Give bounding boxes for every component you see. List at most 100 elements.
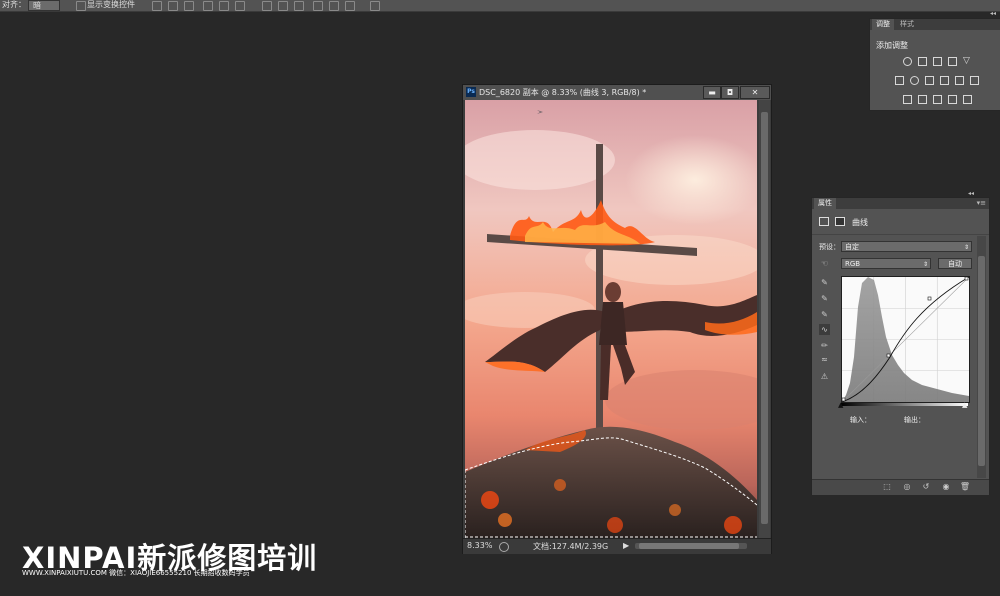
status-menu-arrow-icon[interactable]: ▶ (623, 541, 629, 550)
align-select[interactable]: 暗 (28, 0, 60, 11)
channel-select[interactable]: RGB ⇕ (841, 258, 931, 269)
mask-icon[interactable] (835, 217, 845, 226)
document-title: DSC_6820 副本 @ 8.33% (曲线 3, RGB/8) * (479, 88, 647, 97)
output-label: 输出： (904, 416, 925, 424)
vibrance-icon[interactable]: ▽ (963, 57, 972, 66)
preset-label: 预设： (819, 243, 840, 251)
align-top-icon[interactable] (152, 1, 162, 11)
panel-menu-icon[interactable]: ▾≡ (977, 198, 986, 209)
horizontal-scroll-thumb[interactable] (639, 543, 739, 549)
align-left-icon[interactable] (203, 1, 213, 11)
status-info-icon[interactable] (499, 542, 509, 552)
align-vcenter-icon[interactable] (168, 1, 178, 11)
document-status-bar: 8.33% 文档:127.4M/2.39G ▶ (463, 538, 771, 554)
hand-target-icon[interactable]: ☜ (819, 258, 830, 269)
auto-align-icon[interactable] (370, 1, 380, 11)
document-title-bar[interactable]: Ps DSC_6820 副本 @ 8.33% (曲线 3, RGB/8) * ▬… (463, 85, 771, 100)
distribute-bottom-icon[interactable] (294, 1, 304, 11)
properties-collapse-icon[interactable]: ◂◂ (968, 190, 974, 197)
curves-icon[interactable] (933, 57, 942, 66)
pencil-icon[interactable]: ✏ (819, 340, 830, 351)
photo-filter-icon[interactable] (940, 76, 949, 85)
curves-plot (841, 276, 970, 403)
hue-saturation-icon[interactable] (895, 76, 904, 85)
color-balance-icon[interactable] (910, 76, 919, 85)
threshold-icon[interactable] (933, 95, 942, 104)
align-label: 对齐： (2, 0, 26, 9)
view-previous-icon[interactable]: ◎ (901, 482, 913, 492)
preset-select[interactable]: 自定 ⇕ (841, 241, 972, 252)
document-window: Ps DSC_6820 副本 @ 8.33% (曲线 3, RGB/8) * ▬… (462, 84, 772, 554)
black-point-slider[interactable]: ▲ (838, 401, 843, 409)
properties-scrollbar[interactable] (977, 236, 986, 478)
curve-tool-icon[interactable]: ∿ (819, 324, 830, 335)
watermark-subtitle: WWW.XINPAIXIUTU.COM 微信：XIAOJIE66555210 长… (22, 569, 250, 577)
properties-title: 曲线 (852, 218, 868, 227)
minimize-button[interactable]: ▬ (703, 86, 721, 99)
align-bottom-icon[interactable] (184, 1, 194, 11)
distribute-right-icon[interactable] (345, 1, 355, 11)
vertical-scrollbar[interactable] (759, 100, 770, 538)
distribute-top-icon[interactable] (262, 1, 272, 11)
tab-adjustments[interactable]: 调整 (872, 19, 894, 30)
adjustments-tabs: 调整 样式 (870, 19, 1000, 30)
gradient-map-icon[interactable] (963, 95, 972, 104)
auto-button[interactable]: 自动 (938, 258, 972, 269)
horizontal-scrollbar[interactable] (635, 543, 747, 549)
distribute-hcenter-icon[interactable] (329, 1, 339, 11)
adjustments-panel: 调整 样式 添加调整 ▽ (869, 18, 1000, 111)
align-right-icon[interactable] (235, 1, 245, 11)
selective-color-icon[interactable] (948, 95, 957, 104)
zoom-level[interactable]: 8.33% (467, 541, 492, 550)
close-button[interactable]: ✕ (740, 86, 770, 99)
clipping-warning-icon[interactable]: ⚠ (819, 371, 830, 382)
properties-scroll-thumb[interactable] (978, 256, 985, 466)
curves-graph[interactable] (841, 276, 970, 403)
image-canvas[interactable] (465, 100, 757, 538)
input-label: 输入： (850, 416, 871, 424)
posterize-icon[interactable] (918, 95, 927, 104)
smooth-icon[interactable]: ≈ (819, 354, 830, 365)
reset-icon[interactable]: ↺ (920, 482, 932, 492)
delete-icon[interactable]: 🗑 (959, 482, 971, 492)
levels-icon[interactable] (918, 57, 927, 66)
add-adjustment-heading: 添加调整 (876, 41, 908, 50)
photoshop-icon: Ps (466, 87, 476, 97)
color-lookup-icon[interactable] (970, 76, 979, 85)
clip-to-layer-icon[interactable]: ⬚ (881, 482, 893, 492)
tab-properties[interactable]: 属性 (814, 198, 836, 209)
align-select-value: 暗 (33, 1, 41, 10)
distribute-vcenter-icon[interactable] (278, 1, 288, 11)
show-transform-label: 显示变换控件 (87, 0, 135, 9)
show-transform-checkbox[interactable] (76, 1, 86, 11)
eyedropper-gray-icon[interactable]: ✎ (819, 293, 830, 304)
chevron-down-icon: ⇕ (963, 244, 969, 251)
properties-footer: ⬚ ◎ ↺ ◉ 🗑 (812, 479, 989, 495)
options-bar: 对齐： 暗 显示变换控件 (0, 0, 1000, 12)
maximize-button[interactable]: ◘ (721, 86, 739, 99)
black-white-icon[interactable] (925, 76, 934, 85)
divider (812, 234, 989, 235)
channel-mixer-icon[interactable] (955, 76, 964, 85)
chevron-down-icon: ⇕ (922, 261, 928, 268)
exposure-icon[interactable] (948, 57, 957, 66)
white-point-slider[interactable]: ▲ (962, 401, 967, 409)
visibility-icon[interactable]: ◉ (940, 482, 952, 492)
align-hcenter-icon[interactable] (219, 1, 229, 11)
adjustments-collapse-icon[interactable]: ◂◂ (990, 10, 996, 17)
distribute-left-icon[interactable] (313, 1, 323, 11)
artwork-image (465, 100, 757, 538)
input-gradient-bar (841, 403, 968, 406)
tab-styles[interactable]: 样式 (896, 19, 918, 30)
brightness-contrast-icon[interactable] (903, 57, 912, 66)
vertical-scroll-thumb[interactable] (761, 112, 768, 524)
channel-select-value: RGB (845, 260, 861, 268)
document-info: 文档:127.4M/2.39G (533, 542, 609, 551)
curves-adjust-icon (819, 217, 829, 226)
invert-icon[interactable] (903, 95, 912, 104)
properties-panel: 属性 ▾≡ 曲线 预设： 自定 ⇕ ☜ RGB ⇕ 自动 ✎ ✎ ✎ ∿ ✏ ≈… (811, 197, 990, 495)
eyedropper-white-icon[interactable]: ✎ (819, 309, 830, 320)
eyedropper-black-icon[interactable]: ✎ (819, 277, 830, 288)
properties-tabs: 属性 ▾≡ (812, 198, 989, 209)
preset-select-value: 自定 (845, 243, 859, 251)
